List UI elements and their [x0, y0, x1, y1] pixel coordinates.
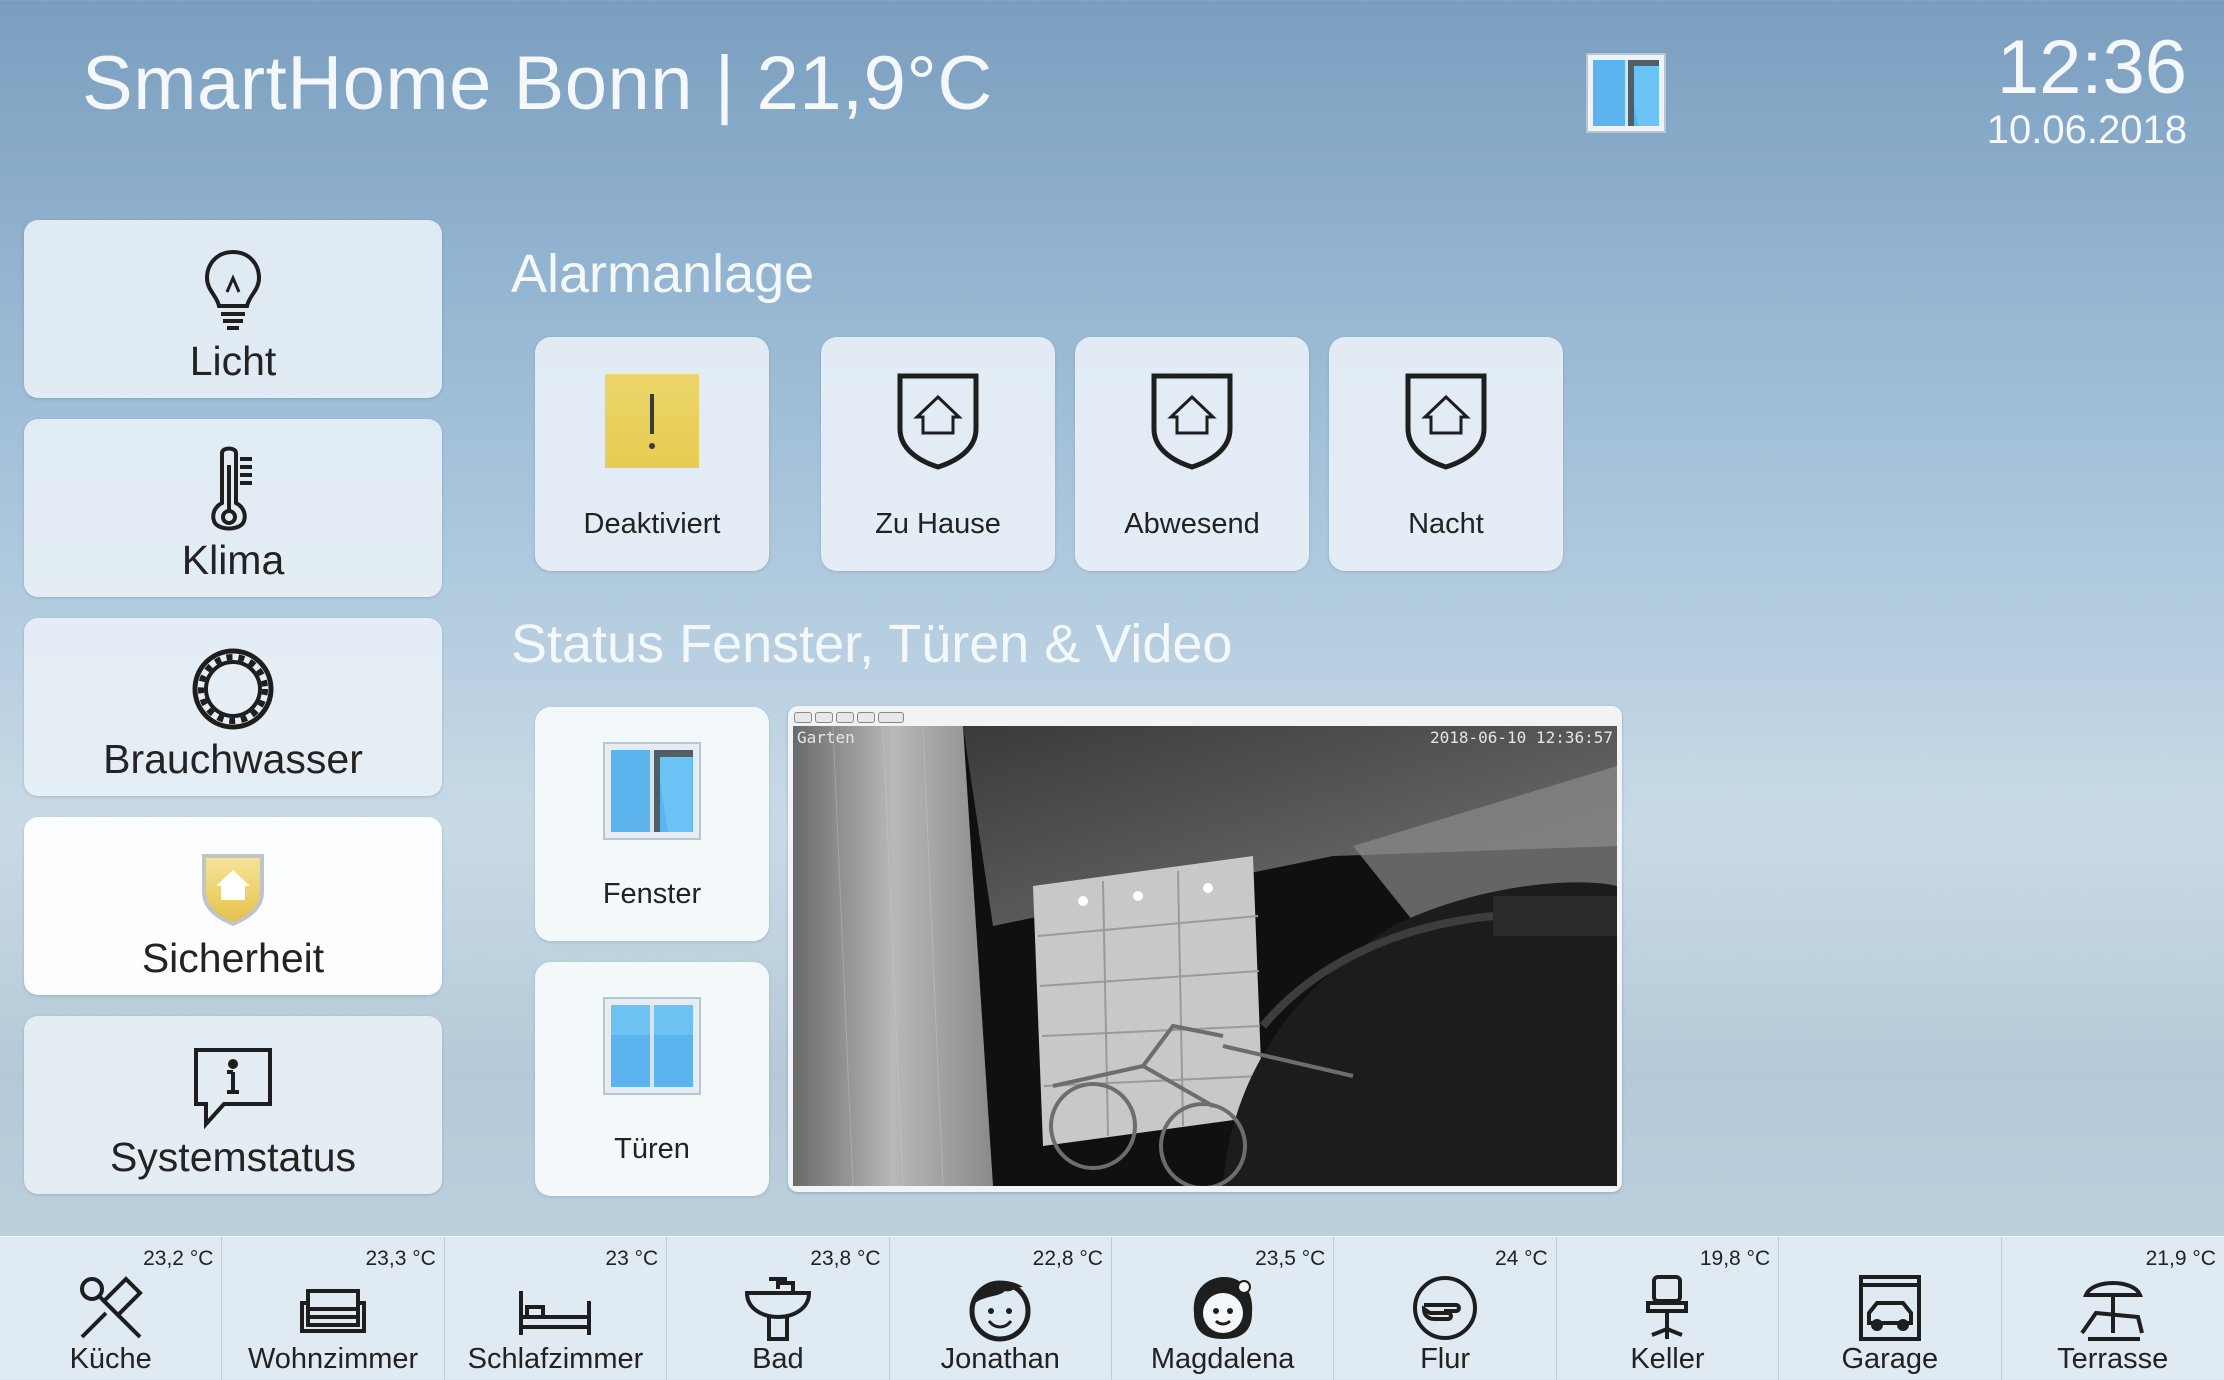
room-temperature: 23,8 °C: [810, 1247, 881, 1270]
room-kueche[interactable]: 23,2 °C Küche: [0, 1237, 223, 1380]
bed-icon: [445, 1273, 666, 1343]
room-temperature: 23,5 °C: [1255, 1247, 1326, 1270]
alarm-section-title: Alarmanlage: [511, 244, 815, 304]
room-temperature: 19,8 °C: [1699, 1247, 1771, 1270]
camera-video-feed[interactable]: Garten 2018-06-10 12:36:57: [788, 706, 1622, 1192]
nav-item-label: Systemstatus: [109, 1134, 357, 1180]
nav-item-klima[interactable]: Klima: [24, 419, 442, 597]
status-tile-tueren[interactable]: Türen: [535, 962, 769, 1196]
room-temperature: 23 °C: [605, 1247, 659, 1270]
camera-name: Garten: [797, 728, 855, 747]
camera-image: Garten 2018-06-10 12:36:57: [793, 726, 1617, 1186]
video-control-button[interactable]: [794, 712, 812, 723]
window-open-icon: [602, 741, 702, 841]
camera-timestamp: 2018-06-10 12:36:57: [1429, 728, 1613, 747]
room-label: Küche: [69, 1343, 152, 1375]
room-temperature: 22,8 °C: [1032, 1247, 1103, 1270]
nav-item-label: Brauchwasser: [103, 736, 363, 782]
shield-home-icon: [1142, 371, 1242, 471]
clock-date: 10.06.2018: [1986, 108, 2187, 152]
room-flur[interactable]: 24 °C Flur: [1334, 1237, 1557, 1380]
room-label: Bad: [752, 1343, 804, 1375]
alarm-mode-zu-hause[interactable]: Zu Hause: [821, 337, 1055, 571]
sofa-icon: [222, 1273, 443, 1343]
shield-home-icon: [888, 371, 988, 471]
info-bubble-icon: [190, 1042, 276, 1132]
hand-pointer-icon: [1334, 1273, 1555, 1343]
nav-item-label: Klima: [181, 537, 285, 583]
shield-home-icon: [1396, 371, 1496, 471]
water-ring-icon: [191, 644, 275, 734]
room-keller[interactable]: 19,8 °C Keller: [1557, 1237, 1780, 1380]
chair-icon: [1557, 1273, 1778, 1343]
video-control-button[interactable]: [857, 712, 875, 723]
room-bar: 23,2 °C Küche 23,3 °C Wohnzimmer 23 °C S…: [0, 1236, 2224, 1380]
room-schlafzimmer[interactable]: 23 °C Schlafzimmer: [445, 1237, 668, 1380]
clock-time: 12:36: [1996, 25, 2187, 110]
boy-face-icon: [890, 1273, 1111, 1343]
page-title: SmartHome Bonn | 21,9°C: [82, 41, 993, 126]
thermometer-icon: [208, 445, 258, 535]
sunbed-umbrella-icon: [2002, 1273, 2224, 1343]
room-magdalena[interactable]: 23,5 °C Magdalena: [1112, 1237, 1335, 1380]
status-tile-label: Türen: [614, 1133, 690, 1165]
door-closed-icon: [602, 996, 702, 1096]
nav-item-brauchwasser[interactable]: Brauchwasser: [24, 618, 442, 796]
warning-icon: [602, 371, 702, 471]
room-bad[interactable]: 23,8 °C Bad: [667, 1237, 890, 1380]
window-status-icon[interactable]: [1586, 53, 1666, 133]
video-toolbar: [794, 712, 904, 723]
nav-item-sicherheit[interactable]: Sicherheit: [24, 817, 442, 995]
alarm-mode-deaktiviert[interactable]: Deaktiviert: [535, 337, 769, 571]
nav-item-label: Licht: [189, 338, 277, 384]
room-wohnzimmer[interactable]: 23,3 °C Wohnzimmer: [222, 1237, 445, 1380]
room-label: Jonathan: [940, 1343, 1060, 1375]
room-label: Garage: [1841, 1343, 1939, 1375]
room-temperature: 24 °C: [1494, 1247, 1548, 1270]
girl-face-icon: [1112, 1273, 1333, 1343]
alarm-mode-label: Zu Hause: [875, 508, 1001, 540]
video-control-button[interactable]: [815, 712, 833, 723]
room-temperature: 23,3 °C: [365, 1247, 436, 1270]
room-label: Wohnzimmer: [247, 1343, 419, 1375]
room-label: Flur: [1420, 1343, 1471, 1375]
room-jonathan[interactable]: 22,8 °C Jonathan: [890, 1237, 1112, 1380]
room-garage[interactable]: Garage: [1779, 1237, 2002, 1380]
status-tile-label: Fenster: [602, 878, 702, 910]
room-label: Terrasse: [2057, 1343, 2169, 1375]
room-terrasse[interactable]: 21,9 °C Terrasse: [2002, 1237, 2224, 1380]
sink-icon: [667, 1273, 888, 1343]
alarm-mode-abwesend[interactable]: Abwesend: [1075, 337, 1309, 571]
room-label: Keller: [1630, 1343, 1705, 1375]
kitchen-utensils-icon: [0, 1273, 221, 1343]
camera-scene: [793, 726, 1617, 1186]
room-temperature: 23,2 °C: [143, 1247, 214, 1270]
light-bulb-icon: [201, 246, 265, 336]
nav-item-label: Sicherheit: [141, 935, 325, 981]
room-label: Magdalena: [1150, 1343, 1295, 1375]
video-control-button[interactable]: [836, 712, 854, 723]
alarm-mode-label: Abwesend: [1124, 508, 1260, 540]
nav-item-systemstatus[interactable]: Systemstatus: [24, 1016, 442, 1194]
nav-item-licht[interactable]: Licht: [24, 220, 442, 398]
garage-car-icon: [1779, 1273, 2000, 1343]
room-label: Schlafzimmer: [467, 1343, 644, 1375]
room-temperature: 21,9 °C: [2145, 1247, 2216, 1270]
video-control-button[interactable]: [878, 712, 904, 723]
alarm-mode-label: Deaktiviert: [583, 508, 721, 540]
clock: 12:36 10.06.2018: [1987, 30, 2187, 153]
status-tile-fenster[interactable]: Fenster: [535, 707, 769, 941]
status-section-title: Status Fenster, Türen & Video: [511, 614, 1233, 674]
shield-house-icon: [198, 843, 268, 933]
alarm-mode-nacht[interactable]: Nacht: [1329, 337, 1563, 571]
alarm-mode-label: Nacht: [1408, 508, 1484, 540]
